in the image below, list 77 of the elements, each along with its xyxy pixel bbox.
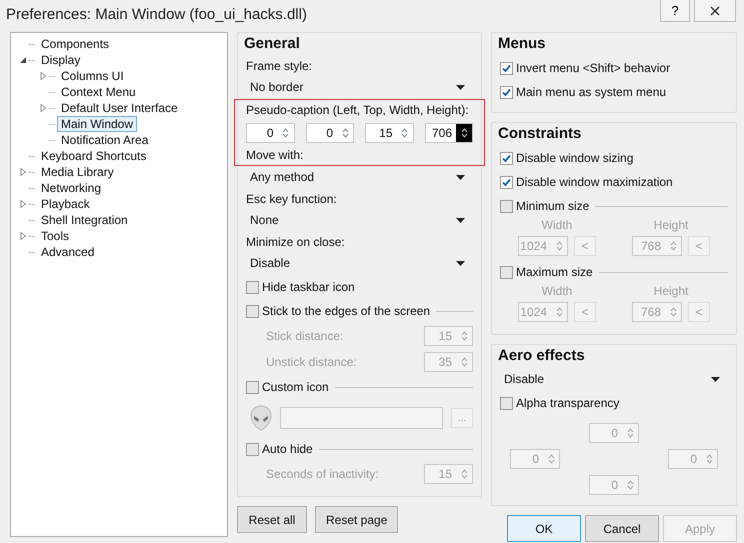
expander-icon[interactable] (19, 56, 29, 64)
checkbox[interactable] (500, 396, 513, 410)
spin-field[interactable]: 0 (306, 122, 354, 142)
tree-item[interactable]: Components (37, 36, 114, 52)
checkbox[interactable] (500, 266, 513, 278)
checkbox-label[interactable]: Disable window sizing (516, 151, 634, 165)
tree-item[interactable]: Keyboard Shortcuts (37, 148, 150, 164)
tree-item[interactable]: Playback (37, 196, 94, 212)
tree-item[interactable]: Main Window (57, 116, 138, 132)
checkbox-label[interactable]: Maximum size (516, 265, 593, 279)
tree-item[interactable]: Display (37, 52, 84, 68)
checkbox[interactable] (500, 200, 513, 212)
group-title: Constraints (498, 125, 582, 142)
field-label: Esc key function: (246, 191, 338, 208)
dialog-button[interactable]: Reset page (315, 506, 398, 533)
dropdown[interactable]: Disable (246, 252, 473, 274)
close-button[interactable] (694, 0, 736, 22)
checkbox[interactable] (500, 86, 513, 98)
window-title: Preferences: Main Window (foo_ui_hacks.dll) (6, 6, 308, 22)
alien-head-icon (250, 405, 272, 431)
checkbox-label[interactable]: Hide taskbar icon (262, 280, 355, 294)
dialog-button[interactable]: Cancel (585, 515, 659, 542)
checkbox-label[interactable]: Auto hide (262, 442, 313, 456)
field-label: Seconds of inactivity: (266, 467, 379, 481)
tree-item[interactable]: Advanced (37, 244, 98, 260)
dropdown[interactable]: Any method (246, 166, 473, 188)
checkbox[interactable] (246, 380, 259, 394)
tree-item[interactable]: Default User Interface (57, 100, 182, 116)
checkbox[interactable] (500, 62, 513, 74)
dropdown-arrow-icon (456, 260, 465, 266)
tree-item[interactable]: Networking (37, 180, 106, 196)
field-label: Move with: (246, 147, 304, 164)
dialog-button[interactable]: Reset all (237, 506, 307, 533)
checkbox-label[interactable]: Invert menu <Shift> behavior (516, 61, 670, 75)
field-label: Frame style: (246, 58, 314, 75)
checkbox-label[interactable]: Minimum size (516, 199, 590, 213)
dialog-button[interactable]: OK (507, 515, 581, 542)
checkbox[interactable] (500, 152, 513, 164)
help-button[interactable]: ? (660, 0, 690, 22)
dropdown[interactable]: None (246, 209, 473, 231)
field-label: Stick distance: (266, 329, 344, 343)
spin-field[interactable]: 706 (424, 122, 473, 142)
group-title: General (244, 35, 301, 52)
field-label: Unstick distance: (266, 355, 357, 369)
checkbox-label[interactable]: Custom icon (262, 380, 329, 394)
field-label: Height (654, 284, 688, 298)
tree-item[interactable]: Media Library (37, 164, 118, 180)
field-label: Width (542, 218, 572, 232)
up-down-arrows-icon[interactable] (456, 124, 472, 142)
close-icon (710, 6, 720, 16)
dropdown[interactable]: Disable (500, 368, 728, 390)
field-label: Width (542, 284, 572, 298)
group-title: Aero effects (498, 347, 586, 364)
dropdown-arrow-icon (711, 376, 720, 382)
dropdown-arrow-icon (456, 174, 465, 180)
field-label: Height (654, 218, 688, 232)
tree-item[interactable]: Tools (37, 228, 74, 244)
checkbox[interactable] (246, 442, 259, 456)
tree-item[interactable]: Columns UI (57, 68, 128, 84)
checkbox[interactable] (500, 176, 513, 188)
tree-item[interactable]: Notification Area (57, 132, 152, 148)
dropdown[interactable]: No border (246, 76, 473, 98)
group-title: Menus (498, 35, 547, 52)
dropdown-arrow-icon (456, 84, 465, 90)
spin-field[interactable]: 15 (365, 122, 414, 142)
field-label: Pseudo-caption (Left, Top, Width, Height): (246, 102, 470, 119)
spin-field[interactable]: 0 (246, 122, 294, 142)
checkbox-label[interactable]: Alpha transparency (516, 396, 620, 410)
field-label: Minimize on close: (246, 234, 346, 251)
tree-item[interactable]: Shell Integration (37, 212, 132, 228)
tree-item[interactable]: Context Menu (57, 84, 140, 100)
checkbox[interactable] (246, 280, 259, 294)
checkbox-label[interactable]: Stick to the edges of the screen (262, 304, 430, 318)
dropdown-arrow-icon (456, 218, 465, 222)
checkbox-label[interactable]: Disable window maximization (516, 175, 673, 189)
checkbox-label[interactable]: Main menu as system menu (516, 85, 666, 99)
checkbox[interactable] (246, 304, 259, 318)
